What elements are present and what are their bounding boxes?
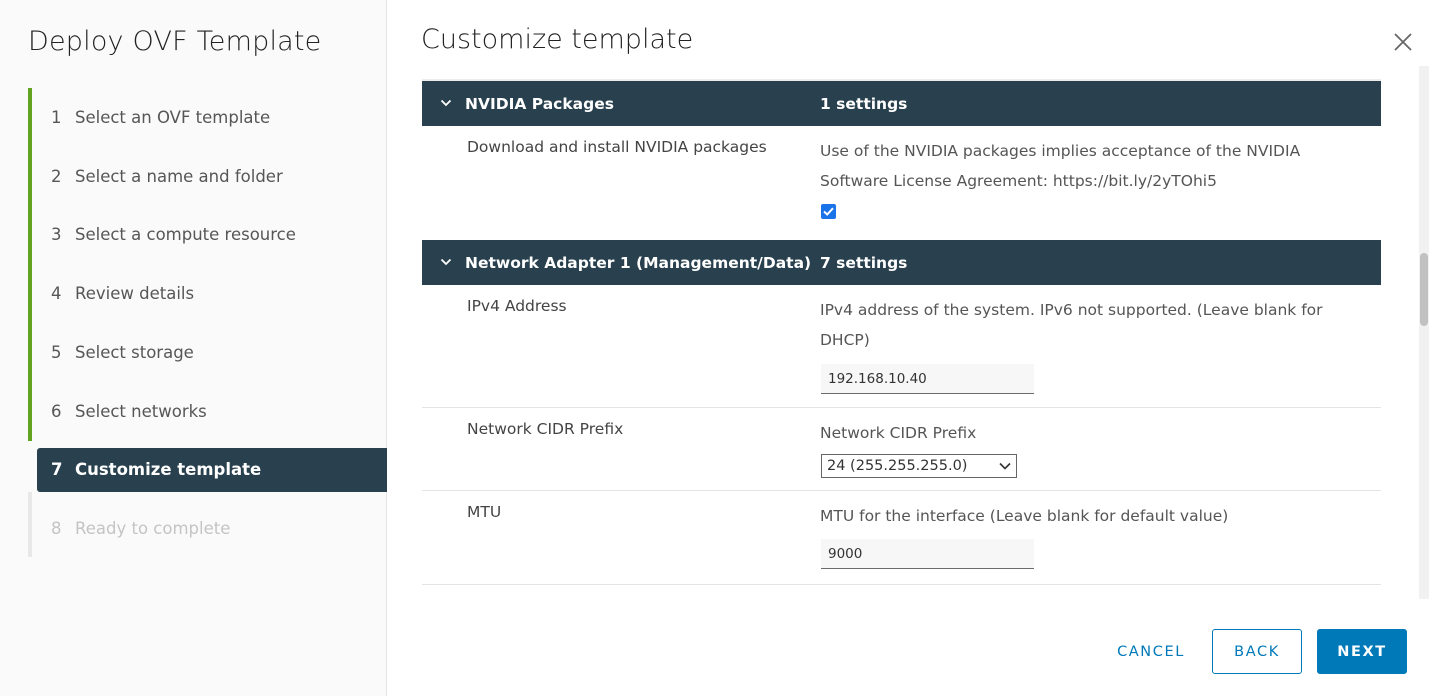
step-number: 1 [51,107,62,127]
select-value: 24 (255.255.255.0) [827,458,968,474]
step-label: Select networks [75,401,207,421]
step-select-ovf-template[interactable]: 1 Select an OVF template [28,88,387,147]
section-count: 1 settings [820,94,908,113]
step-select-storage[interactable]: 5 Select storage [28,323,387,382]
step-progress-bar [28,205,32,265]
setting-row-mtu: MTU MTU for the interface (Leave blank f… [422,491,1381,585]
setting-row-cidr-prefix: Network CIDR Prefix Network CIDR Prefix … [422,408,1381,491]
wizard-sidebar: Deploy OVF Template 1 Select an OVF temp… [0,0,387,696]
step-select-compute-resource[interactable]: 3 Select a compute resource [28,205,387,265]
step-number: 7 [51,460,63,480]
step-label: Select a compute resource [75,225,296,245]
next-button[interactable]: NEXT [1317,629,1407,674]
wizard-main: Customize template NVIDIA Packages 1 set… [387,0,1429,696]
step-customize-template[interactable]: 7 Customize template [28,447,387,492]
setting-description: Use of the NVIDIA packages implies accep… [820,142,1301,190]
settings-panel: NVIDIA Packages 1 settings Download and … [422,79,1381,599]
cancel-button[interactable]: CANCEL [1101,629,1201,674]
step-label: Review details [75,284,195,304]
cidr-prefix-select[interactable]: 24 (255.255.255.0) [821,454,1017,478]
checkmark-icon [823,207,834,216]
step-number: 2 [51,166,62,186]
deploy-ovf-wizard: Deploy OVF Template 1 Select an OVF temp… [0,0,1429,696]
step-progress-bar [28,491,32,557]
step-progress-bar [28,88,32,147]
step-progress-bar [28,264,32,324]
chevron-down-icon [999,462,1011,470]
nvidia-install-checkbox[interactable] [821,204,836,219]
mtu-input[interactable] [821,539,1034,569]
setting-row-ipv4-address: IPv4 Address IPv4 address of the system.… [422,285,1381,408]
chevron-down-icon [440,258,452,266]
step-label: Ready to complete [75,518,231,538]
step-label: Select a name and folder [75,166,283,186]
section-count: 7 settings [820,253,908,272]
setting-label: Network CIDR Prefix [467,420,624,438]
ipv4-address-input[interactable] [821,364,1034,394]
page-title: Customize template [421,24,694,55]
step-ready-to-complete: 8 Ready to complete [28,491,387,558]
close-icon [1394,33,1412,51]
step-progress-bar [28,146,32,206]
section-name: Network Adapter 1 (Management/Data) [465,253,812,272]
scrollbar-thumb[interactable] [1420,253,1428,326]
step-number: 3 [51,225,62,245]
step-select-name-folder[interactable]: 2 Select a name and folder [28,146,387,206]
scrollbar-track[interactable] [1419,66,1429,599]
step-label: Select an OVF template [75,107,271,127]
chevron-down-icon [440,99,452,107]
step-number: 6 [51,401,62,421]
close-button[interactable] [1393,32,1415,54]
section-header-network-adapter-1[interactable]: Network Adapter 1 (Management/Data) 7 se… [422,240,1381,285]
section-name: NVIDIA Packages [465,94,614,113]
step-progress-bar [28,381,32,441]
wizard-steps: 1 Select an OVF template 2 Select a name… [28,88,387,558]
setting-label: IPv4 Address [467,297,567,315]
setting-description: MTU for the interface (Leave blank for d… [820,507,1229,525]
step-progress-bar [28,323,32,382]
setting-row-nvidia-install: Download and install NVIDIA packages Use… [422,126,1381,240]
section-header-nvidia-packages[interactable]: NVIDIA Packages 1 settings [422,81,1381,126]
setting-label: Download and install NVIDIA packages [467,138,767,156]
step-number: 8 [51,518,62,538]
step-select-networks[interactable]: 6 Select networks [28,381,387,441]
step-number: 4 [51,284,62,304]
setting-description: IPv4 address of the system. IPv6 not sup… [820,301,1323,349]
step-number: 5 [51,343,62,363]
setting-description: Network CIDR Prefix [820,424,977,442]
back-button[interactable]: BACK [1212,629,1302,674]
step-review-details[interactable]: 4 Review details [28,264,387,324]
step-label: Customize template [75,460,262,480]
wizard-title: Deploy OVF Template [28,26,322,57]
setting-label: MTU [467,503,502,521]
step-label: Select storage [75,343,194,363]
